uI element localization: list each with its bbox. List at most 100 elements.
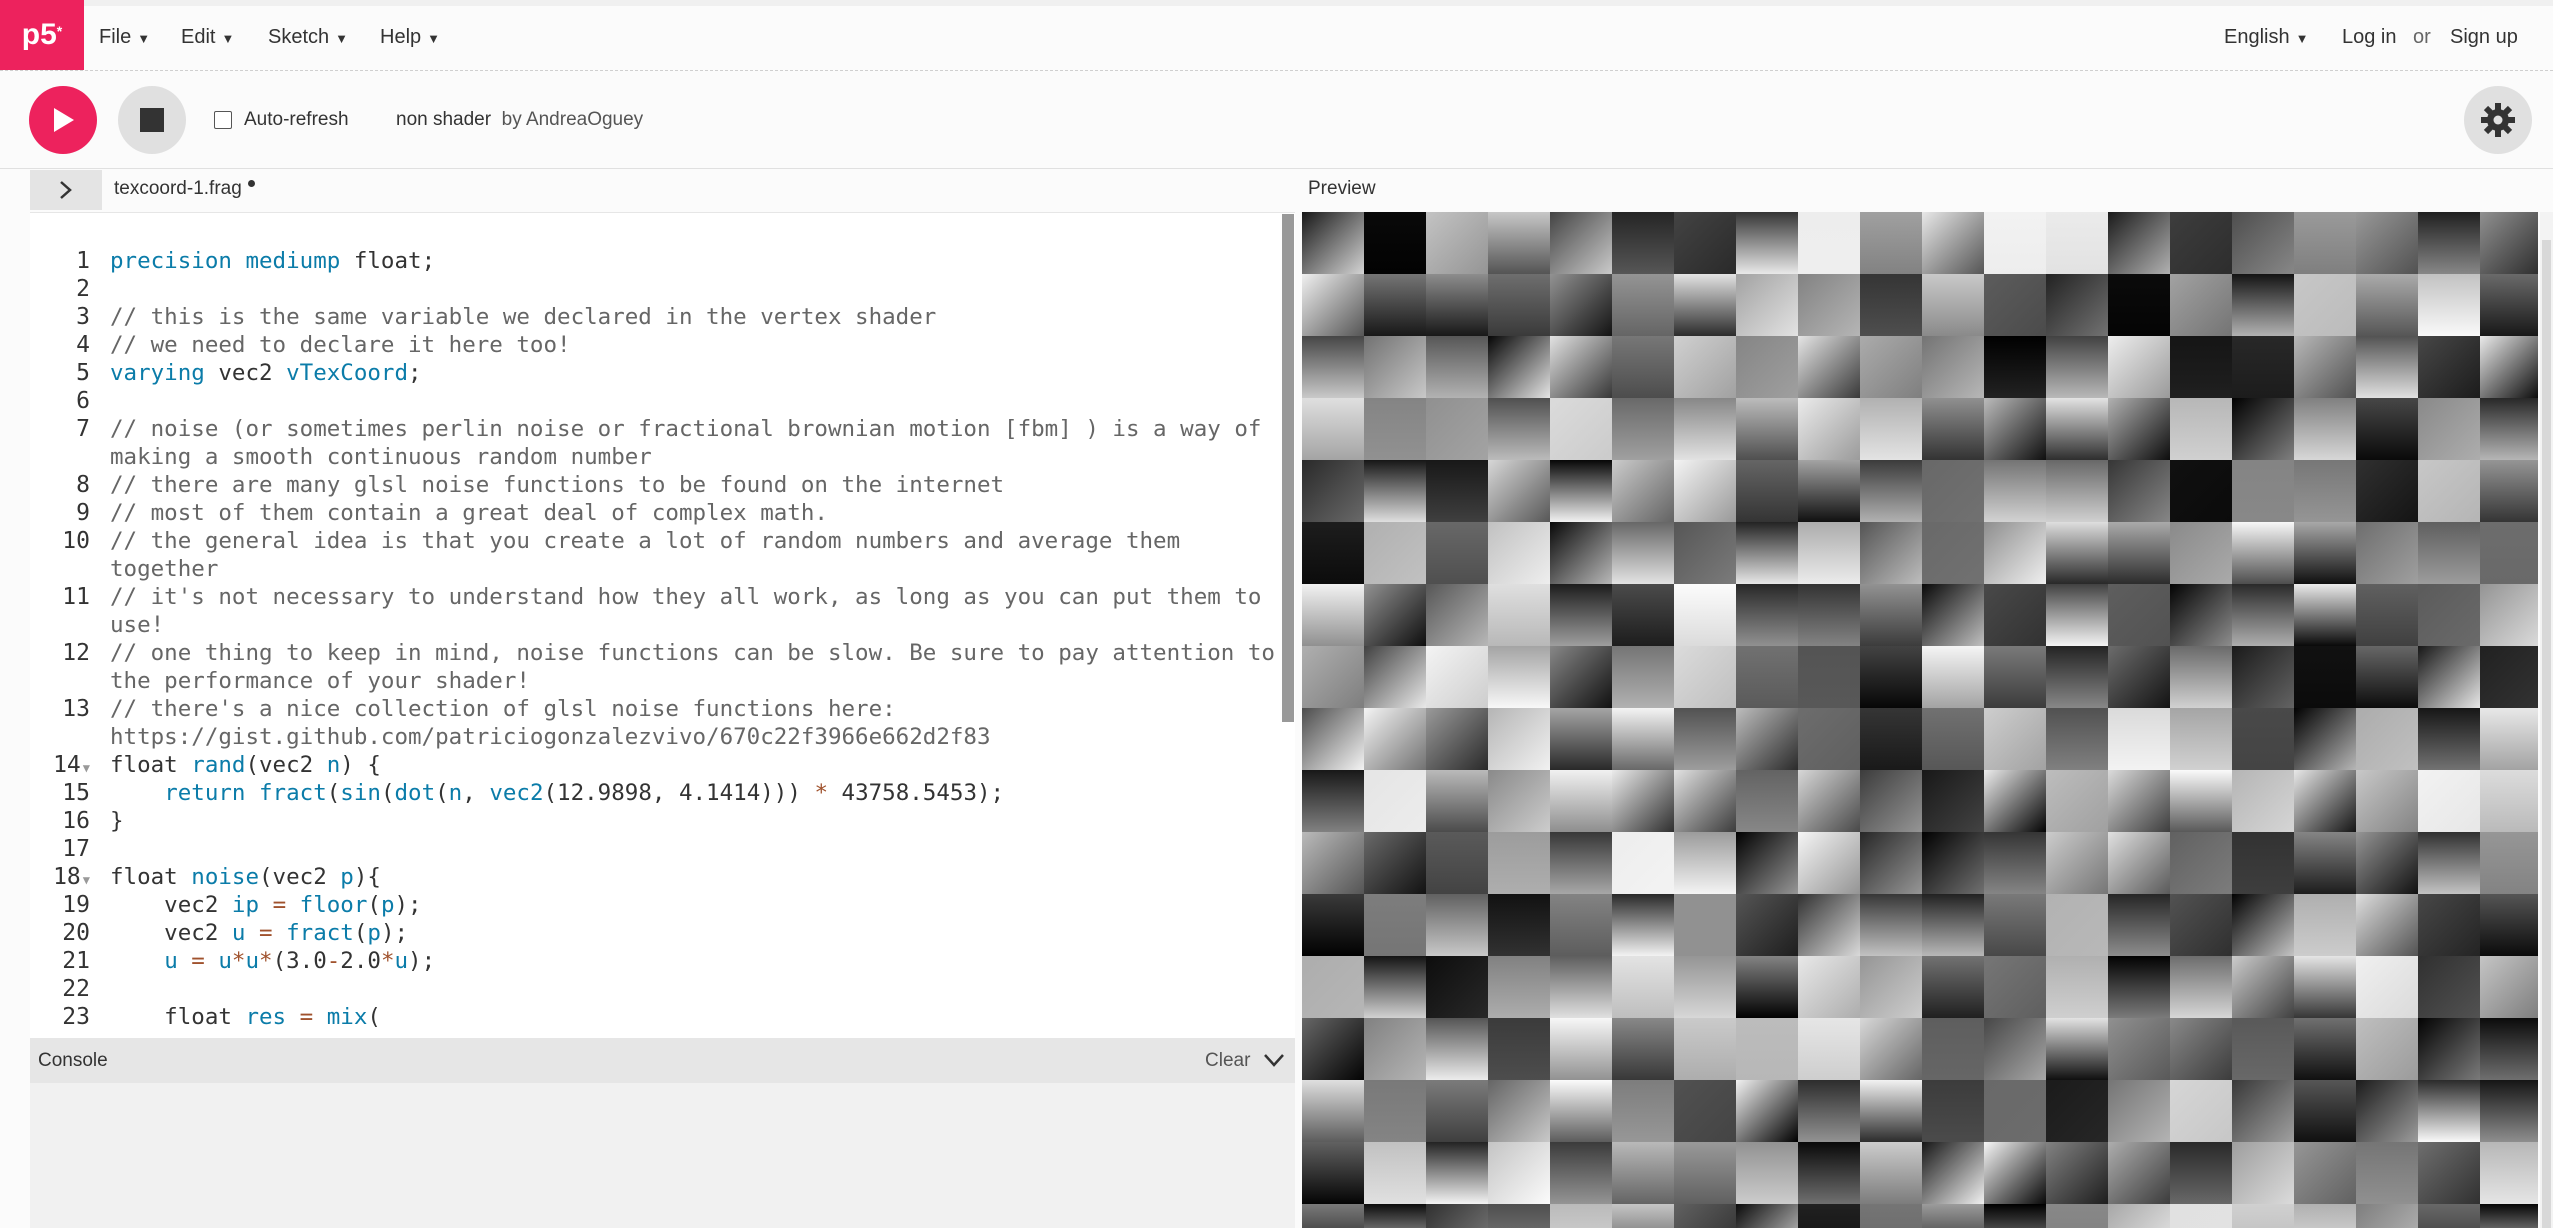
noise-cell — [1488, 1080, 1550, 1142]
autorefresh-toggle[interactable]: Auto-refresh — [214, 109, 349, 131]
noise-cell — [1488, 212, 1550, 274]
noise-cell — [2046, 1142, 2108, 1204]
noise-cell — [2232, 1142, 2294, 1204]
noise-cell — [2356, 832, 2418, 894]
noise-cell — [1364, 832, 1426, 894]
noise-cell — [2294, 894, 2356, 956]
noise-cell — [2232, 770, 2294, 832]
noise-cell — [1798, 274, 1860, 336]
noise-cell — [2170, 1018, 2232, 1080]
noise-cell — [1674, 1080, 1736, 1142]
language-label: English — [2224, 26, 2290, 48]
sketch-author[interactable]: by AndreaOguey — [502, 109, 644, 130]
noise-cell — [2480, 1204, 2538, 1228]
noise-cell — [1302, 646, 1364, 708]
logo-text: p5 — [21, 18, 57, 51]
editor-scrollbar[interactable] — [1282, 214, 1294, 722]
menu-file[interactable]: File ▼ — [99, 26, 150, 49]
noise-cell — [1922, 460, 1984, 522]
menu-sketch[interactable]: Sketch ▼ — [268, 26, 348, 49]
menu-help[interactable]: Help ▼ — [380, 26, 440, 49]
noise-cell — [2480, 212, 2538, 274]
noise-cell — [2108, 336, 2170, 398]
noise-cell — [2108, 956, 2170, 1018]
file-tab[interactable]: texcoord-1.frag — [114, 178, 242, 200]
line-number — [30, 611, 90, 639]
noise-cell — [2356, 894, 2418, 956]
code-editor[interactable]: 1 2 3 4 5 6 7 8 9 10 11 12 13 14 ▼ 15 16 17 18 ▼ 19 20 21 22 23 … — [30, 212, 1295, 1039]
noise-cell — [1798, 646, 1860, 708]
noise-cell — [2170, 584, 2232, 646]
noise-cell — [1984, 1204, 2046, 1228]
top-nav-bar: p5* File ▼ Edit ▼ Sketch ▼ Help ▼ English ▼ L… — [0, 0, 2553, 71]
line-number: 1 — [76, 248, 90, 274]
noise-cell — [1612, 1142, 1674, 1204]
noise-cell — [1426, 522, 1488, 584]
noise-cell — [2294, 584, 2356, 646]
noise-cell — [2480, 460, 2538, 522]
fold-triangle-icon[interactable]: ▼ — [83, 761, 90, 775]
noise-cell — [1798, 1204, 1860, 1228]
console-title: Console — [38, 1050, 108, 1071]
noise-cell — [1426, 956, 1488, 1018]
console-clear-button[interactable]: Clear — [1205, 1050, 1250, 1072]
preview-canvas[interactable] — [1302, 212, 2538, 1228]
sketch-title[interactable]: non shader by AndreaOguey — [396, 109, 643, 131]
menu-edit[interactable]: Edit ▼ — [181, 26, 234, 49]
noise-cell — [2046, 708, 2108, 770]
code-content[interactable]: precision mediump float; // this is the … — [110, 247, 1295, 1031]
noise-cell — [1860, 646, 1922, 708]
noise-cell — [1612, 1018, 1674, 1080]
noise-cell — [1364, 1018, 1426, 1080]
noise-cell — [2418, 770, 2480, 832]
noise-cell — [2294, 708, 2356, 770]
stop-button[interactable] — [118, 86, 186, 154]
noise-cell — [2170, 770, 2232, 832]
line-number: 6 — [76, 388, 90, 414]
code-line: together — [110, 556, 219, 582]
noise-cell — [2356, 212, 2418, 274]
sidebar-toggle-button[interactable] — [30, 170, 102, 210]
preview-scrollbar-thumb[interactable] — [2542, 240, 2551, 1228]
noise-cell — [2232, 894, 2294, 956]
noise-cell — [1860, 398, 1922, 460]
noise-cell — [1984, 956, 2046, 1018]
noise-cell — [1860, 336, 1922, 398]
noise-cell — [2046, 274, 2108, 336]
top-border — [0, 0, 2553, 6]
line-number: 20 — [62, 920, 90, 946]
p5-logo[interactable]: p5* — [0, 0, 84, 70]
chevron-down-icon[interactable] — [1262, 1048, 1286, 1072]
noise-cell — [2480, 1080, 2538, 1142]
noise-cell — [1550, 1142, 1612, 1204]
noise-cell — [2356, 584, 2418, 646]
noise-cell — [1426, 708, 1488, 770]
noise-cell — [1612, 894, 1674, 956]
noise-cell — [1302, 1204, 1364, 1228]
settings-button[interactable] — [2464, 86, 2532, 154]
autorefresh-checkbox[interactable] — [214, 111, 232, 129]
noise-cell — [2480, 584, 2538, 646]
toolbar: Auto-refresh non shader by AndreaOguey — [0, 71, 2553, 169]
play-button[interactable] — [29, 86, 97, 154]
line-number: 23 — [62, 1004, 90, 1030]
noise-cell — [1922, 274, 1984, 336]
noise-cell — [2170, 460, 2232, 522]
language-selector[interactable]: English ▼ — [2224, 26, 2308, 49]
noise-cell — [1736, 460, 1798, 522]
line-number: 9 — [76, 500, 90, 526]
sketch-name[interactable]: non shader — [396, 109, 491, 130]
noise-cell — [2232, 1204, 2294, 1228]
noise-cell — [1488, 1204, 1550, 1228]
fold-triangle-icon[interactable]: ▼ — [83, 873, 90, 887]
noise-cell — [2046, 1080, 2108, 1142]
noise-cell — [2356, 274, 2418, 336]
noise-cell — [1860, 1018, 1922, 1080]
login-link[interactable]: Log in — [2342, 26, 2397, 49]
noise-cell — [1550, 770, 1612, 832]
signup-link[interactable]: Sign up — [2450, 26, 2518, 49]
noise-cell — [1674, 1204, 1736, 1228]
noise-cell — [1612, 522, 1674, 584]
preview-scrollbar[interactable] — [2540, 212, 2553, 1228]
noise-cell — [2046, 832, 2108, 894]
